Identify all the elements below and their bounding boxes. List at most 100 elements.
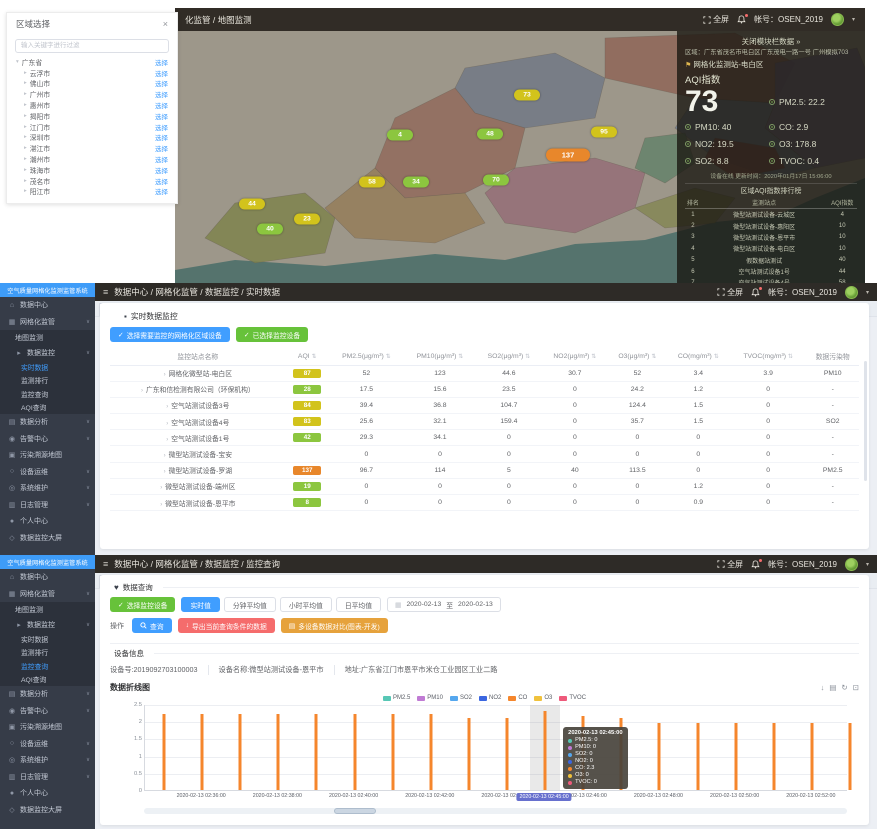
region-tree-city[interactable]: ▸惠州市选择	[7, 100, 177, 111]
sidebar-item-pollution-map[interactable]: ▣污染溯源地图	[0, 447, 95, 464]
region-tree-city[interactable]: ▸云浮市选择	[7, 67, 177, 78]
co-bar[interactable]	[353, 714, 356, 790]
device-compare-button[interactable]: ▤ 多设备数据对比(图表-开发)	[281, 618, 388, 633]
column-header[interactable]: 监控站点名称	[110, 348, 286, 365]
select-link[interactable]: 选择	[155, 132, 168, 142]
sort-icon[interactable]: ⇅	[651, 354, 656, 360]
column-header[interactable]: NO2(μg/m³) ⇅	[542, 348, 608, 365]
mode-tab-小时平均值[interactable]: 小时平均值	[280, 597, 332, 612]
select-link[interactable]: 选择	[155, 78, 168, 88]
aqi-map-marker[interactable]: 137	[546, 149, 590, 162]
sidebar-item-aqi-query[interactable]: AQI查询	[0, 673, 95, 687]
region-tree-city[interactable]: ▸深圳市选择	[7, 132, 177, 143]
sidebar-item-data-center[interactable]: ⌂数据中心	[0, 569, 95, 586]
sidebar-item-personal-center[interactable]: ●个人中心	[0, 785, 95, 802]
select-link[interactable]: 选择	[155, 122, 168, 132]
sidebar-item-monitor-screen[interactable]: ◇数据监控大屏	[0, 802, 95, 819]
sidebar-item-log-manage[interactable]: ▥日志管理∨	[0, 769, 95, 786]
co-bar[interactable]	[848, 723, 851, 790]
selected-devices-button[interactable]: ✓ 已选择监控设备	[236, 327, 308, 342]
rank-row[interactable]: 5假数据站测试40	[685, 255, 857, 266]
sidebar-item-realtime-data[interactable]: 实时数据	[0, 632, 95, 646]
sidebar-item-system-maintain[interactable]: ◎系统维护∨	[0, 480, 95, 497]
user-avatar[interactable]	[845, 286, 858, 299]
rank-row[interactable]: 6空气站测试设备1号44	[685, 266, 857, 277]
mode-tab-实时值[interactable]: 实时值	[181, 597, 219, 612]
export-data-button[interactable]: ↓ 导出当前查询条件的数据	[178, 618, 275, 633]
sidebar-item-monitor-rank[interactable]: 监测排行	[0, 646, 95, 660]
download-chart-icon[interactable]: ↓	[821, 683, 825, 692]
user-avatar[interactable]	[831, 13, 844, 26]
co-bar[interactable]	[163, 714, 166, 790]
column-header[interactable]: CO(mg/m³) ⇅	[667, 348, 730, 365]
co-bar[interactable]	[544, 711, 547, 790]
column-header[interactable]: PM2.5(μg/m³) ⇅	[329, 348, 404, 365]
sort-icon[interactable]: ⇅	[591, 354, 596, 360]
close-icon[interactable]: ×	[163, 19, 168, 29]
legend-item-O3[interactable]: O3	[534, 695, 552, 701]
notification-bell-icon[interactable]	[737, 15, 746, 24]
co-bar[interactable]	[315, 714, 318, 790]
sidebar-item-log-manage[interactable]: ▥日志管理∨	[0, 497, 95, 514]
select-link[interactable]: 选择	[155, 165, 168, 175]
co-bar[interactable]	[429, 714, 432, 790]
sort-icon[interactable]: ⇅	[525, 354, 530, 360]
select-link[interactable]: 选择	[155, 186, 168, 196]
sidebar-item-map-monitor[interactable]: 地图监测	[0, 602, 95, 617]
co-bar[interactable]	[277, 714, 280, 790]
data-view-icon[interactable]: ▤	[829, 683, 836, 692]
menu-toggle-icon[interactable]: ≡	[103, 559, 108, 569]
aqi-map-marker[interactable]: 58	[359, 177, 385, 188]
region-tree-city[interactable]: ▸珠海市选择	[7, 164, 177, 175]
co-bar[interactable]	[810, 723, 813, 790]
aqi-map-marker[interactable]: 40	[257, 224, 283, 235]
column-header[interactable]: PM10(μg/m³) ⇅	[404, 348, 476, 365]
rank-row[interactable]: 1微型站测试设备-云城区4	[685, 209, 857, 221]
column-header[interactable]: AQI ⇅	[286, 348, 329, 365]
sidebar-item-data-analysis[interactable]: ▤数据分析∨	[0, 686, 95, 703]
select-link[interactable]: 选择	[155, 89, 168, 99]
sidebar-item-data-monitor[interactable]: ▸数据监控∨	[0, 617, 95, 632]
co-bar[interactable]	[658, 723, 661, 790]
sidebar-item-personal-center[interactable]: ●个人中心	[0, 513, 95, 530]
aqi-map-marker[interactable]: 95	[591, 127, 617, 138]
aqi-map-marker[interactable]: 4	[387, 130, 413, 141]
query-button[interactable]: 查询	[132, 618, 172, 633]
sidebar-item-pollution-map[interactable]: ▣污染溯源地图	[0, 719, 95, 736]
sidebar-item-aqi-query[interactable]: AQI查询	[0, 401, 95, 415]
sidebar-item-data-center[interactable]: ⌂数据中心	[0, 297, 95, 314]
region-tree-city[interactable]: ▸潮州市选择	[7, 154, 177, 165]
sidebar-item-data-monitor[interactable]: ▸数据监控∨	[0, 345, 95, 360]
mode-tab-日平均值[interactable]: 日平均值	[336, 597, 381, 612]
aqi-map-marker[interactable]: 44	[239, 199, 265, 210]
sidebar-item-map-monitor[interactable]: 地图监测	[0, 330, 95, 345]
refresh-icon[interactable]: ↻	[841, 683, 847, 692]
co-bar[interactable]	[201, 714, 204, 790]
co-bar[interactable]	[696, 723, 699, 790]
scrollbar-handle[interactable]	[334, 808, 376, 814]
select-link[interactable]: 选择	[155, 154, 168, 164]
select-link[interactable]: 选择	[155, 176, 168, 186]
region-tree-city[interactable]: ▸湛江市选择	[7, 143, 177, 154]
sort-icon[interactable]: ⇅	[312, 354, 317, 360]
select-link[interactable]: 选择	[155, 143, 168, 153]
sidebar-item-monitor-query[interactable]: 监控查询	[0, 387, 95, 401]
legend-item-PM10[interactable]: PM10	[417, 695, 443, 701]
rank-row[interactable]: 3微型站测试设备-恩平市10	[685, 232, 857, 243]
rank-row[interactable]: 4微型站测试设备-电白区10	[685, 243, 857, 254]
fullscreen-button[interactable]: 全屏	[717, 559, 743, 570]
co-bar[interactable]	[391, 714, 394, 790]
menu-toggle-icon[interactable]: ≡	[103, 287, 108, 297]
legend-item-SO2[interactable]: SO2	[450, 695, 472, 701]
collapse-panel-link[interactable]: 关闭模块栏数据 »	[685, 34, 857, 49]
sidebar-item-alert-center[interactable]: ◉告警中心∨	[0, 431, 95, 448]
fullscreen-button[interactable]: 全屏	[717, 287, 743, 298]
select-link[interactable]: 选择	[155, 111, 168, 121]
rank-row[interactable]: 2微型站测试设备-惠阳区10	[685, 220, 857, 231]
region-tree-city[interactable]: ▸佛山市选择	[7, 78, 177, 89]
legend-item-PM2.5[interactable]: PM2.5	[383, 695, 410, 701]
select-link[interactable]: 选择	[155, 68, 168, 78]
sidebar-item-monitor-query[interactable]: 监控查询	[0, 659, 95, 673]
region-tree-city[interactable]: ▸茂名市选择	[7, 175, 177, 186]
sort-icon[interactable]: ⇅	[788, 354, 793, 360]
